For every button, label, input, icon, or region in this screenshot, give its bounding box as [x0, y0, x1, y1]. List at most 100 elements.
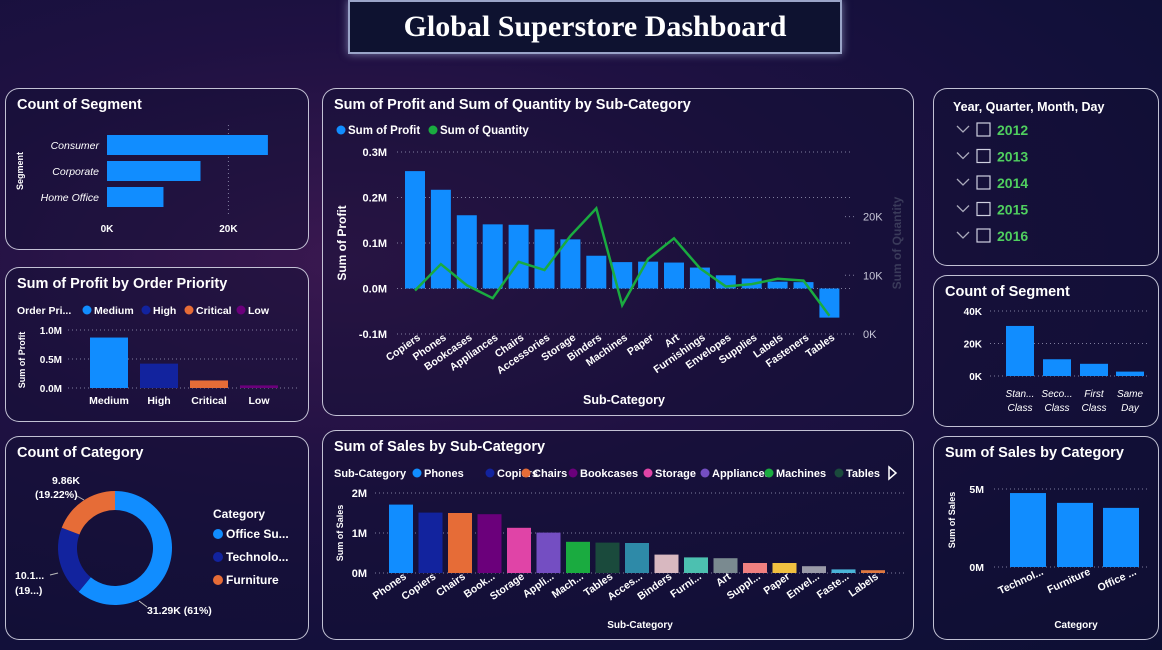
legend-title: Order Pri...: [17, 305, 71, 317]
dashboard-title: Global Superstore Dashboard: [403, 10, 787, 43]
profit-priority-card[interactable]: Sum of Profit by Order Priority Order Pr…: [5, 267, 309, 422]
legend-title: Sub-Category: [334, 468, 407, 480]
legend-marker: [184, 305, 194, 315]
x-tick-label: Class: [1007, 403, 1032, 414]
x-tick-label: Appli...: [521, 571, 557, 601]
segment-bar: [1116, 371, 1144, 376]
segment-bar: [107, 161, 201, 181]
checkbox[interactable]: [976, 122, 991, 137]
legend-label: Sum of Quantity: [440, 125, 529, 137]
segment-bar: [1080, 363, 1108, 376]
slicer-title: Year, Quarter, Month, Day: [953, 100, 1104, 114]
y-tick-label: 0.1M: [363, 238, 387, 250]
sales-bar: [448, 513, 472, 573]
x-tick-label: Faste...: [815, 571, 852, 602]
profit-bar: [638, 261, 659, 289]
slicer-year[interactable]: 2013: [997, 149, 1028, 165]
legend-label: Furniture: [226, 573, 279, 587]
profit-quantity-card[interactable]: Sum of Profit and Sum of Quantity by Sub…: [322, 88, 914, 416]
x-tick-label: Suppl...: [725, 571, 763, 603]
sales-category-card[interactable]: Sum of Sales by Category 0M 5M Technol... F…: [933, 436, 1159, 640]
y-tick-label: 0K: [969, 372, 983, 383]
checkbox[interactable]: [976, 201, 991, 217]
checkbox[interactable]: [976, 148, 991, 164]
slicer-year[interactable]: 2012: [997, 122, 1028, 138]
x-tick-label: 0K: [101, 224, 115, 235]
sales-bar: [625, 543, 649, 573]
chevron-down-icon[interactable]: [956, 205, 970, 213]
x-axis-title: Category: [1054, 620, 1098, 631]
legend-label: Critical: [196, 305, 232, 317]
legend-marker: [521, 468, 531, 478]
segment-ship-card[interactable]: Count of Segment 0K 20K 40K Stan... Class Sec…: [933, 275, 1159, 427]
legend-label: Office Su...: [226, 527, 289, 541]
y-axis-title: Sum of Profit: [335, 205, 349, 280]
legend-label: Sum of Profit: [348, 125, 420, 137]
date-slicer-card[interactable]: Year, Quarter, Month, Day 2012 2013 2014 201…: [933, 88, 1159, 266]
profit-bar: [430, 189, 451, 289]
profit-bar: [586, 255, 607, 289]
chevron-down-icon[interactable]: [956, 231, 970, 239]
y2-axis-title: Sum of Quantity: [890, 196, 904, 289]
checkbox[interactable]: [976, 175, 991, 190]
chevron-down-icon[interactable]: [956, 152, 970, 160]
segment-bar: [1043, 359, 1071, 376]
x-tick-label: Paper: [625, 332, 656, 359]
legend-next-icon[interactable]: [888, 465, 898, 481]
data-label: (19.22%): [35, 489, 78, 501]
x-tick-label: Class: [1044, 403, 1069, 414]
x-tick-label: Tables: [804, 332, 838, 361]
legend-label: Machines: [776, 468, 826, 480]
y2-tick-label: 20K: [863, 212, 883, 224]
x-tick-label: Office ...: [1096, 566, 1139, 594]
segment-count-chart: 0K 20K Consumer Corporate Home Office Segment: [15, 125, 268, 235]
legend-label: Chairs: [533, 468, 567, 480]
chevron-down-icon[interactable]: [956, 125, 970, 133]
profit-quantity-chart: Sum of Profit Sum of Quantity -0.1M 0.0M 0.1…: [335, 125, 904, 407]
data-label: 31.29K (61%): [147, 605, 212, 617]
x-axis-title: Sub-Category: [607, 620, 673, 631]
legend-label: Appliances: [712, 468, 771, 480]
x-tick-label: High: [147, 395, 170, 407]
donut-slice: [57, 527, 91, 592]
segment-count-card[interactable]: Count of Segment 0K 20K Consumer Corporate H…: [5, 88, 309, 250]
segment-ship-chart: 0K 20K 40K Stan... Class Seco... Class First Cla…: [964, 307, 1150, 414]
x-tick-label: Seco...: [1041, 389, 1072, 400]
x-tick-label: Low: [249, 395, 271, 407]
category-donut-card[interactable]: Count of Category 31.29K (61%) 10.1... (19…: [5, 436, 309, 640]
y-tick-label: 0.0M: [40, 384, 62, 395]
y-tick-label: -0.1M: [359, 329, 387, 341]
legend-marker: [485, 468, 495, 478]
legend-marker: [213, 552, 223, 562]
x-tick-label: Envel...: [785, 571, 822, 602]
legend-marker: [213, 529, 223, 539]
data-label: 10.1...: [15, 570, 44, 582]
legend-marker: [764, 468, 774, 478]
legend-marker: [236, 305, 246, 315]
checkbox[interactable]: [976, 228, 991, 243]
legend-title: Category: [213, 507, 265, 521]
x-tick-label: Same: [1117, 389, 1144, 400]
x-tick-label: Class: [1081, 403, 1106, 414]
legend-label: Storage: [655, 468, 696, 480]
sales-bar: [389, 504, 413, 573]
slicer-year[interactable]: 2014: [997, 175, 1028, 191]
sales-bar: [595, 542, 620, 573]
x-tick-label: Mach...: [550, 571, 586, 601]
y-axis-title: Segment: [15, 152, 25, 190]
slicer-year[interactable]: 2015: [997, 202, 1028, 218]
sales-subcategory-card[interactable]: Sum of Sales by Sub-Category Sub-Categor…: [322, 430, 914, 640]
y-tick-label: 0.5M: [40, 355, 62, 366]
priority-bar: [90, 337, 128, 388]
category-bar: [1057, 502, 1093, 567]
y-tick-label: 0.3M: [363, 147, 387, 159]
profit-bar: [508, 224, 529, 289]
segment-bar: [107, 135, 268, 155]
chevron-down-icon[interactable]: [956, 178, 970, 186]
x-tick-label: Critical: [191, 395, 227, 407]
profit-bar: [664, 262, 684, 289]
slicer-year[interactable]: 2016: [997, 228, 1028, 244]
profit-bar: [819, 288, 840, 318]
legend-label: Copiers: [497, 468, 538, 480]
segment-bar: [1006, 325, 1034, 376]
